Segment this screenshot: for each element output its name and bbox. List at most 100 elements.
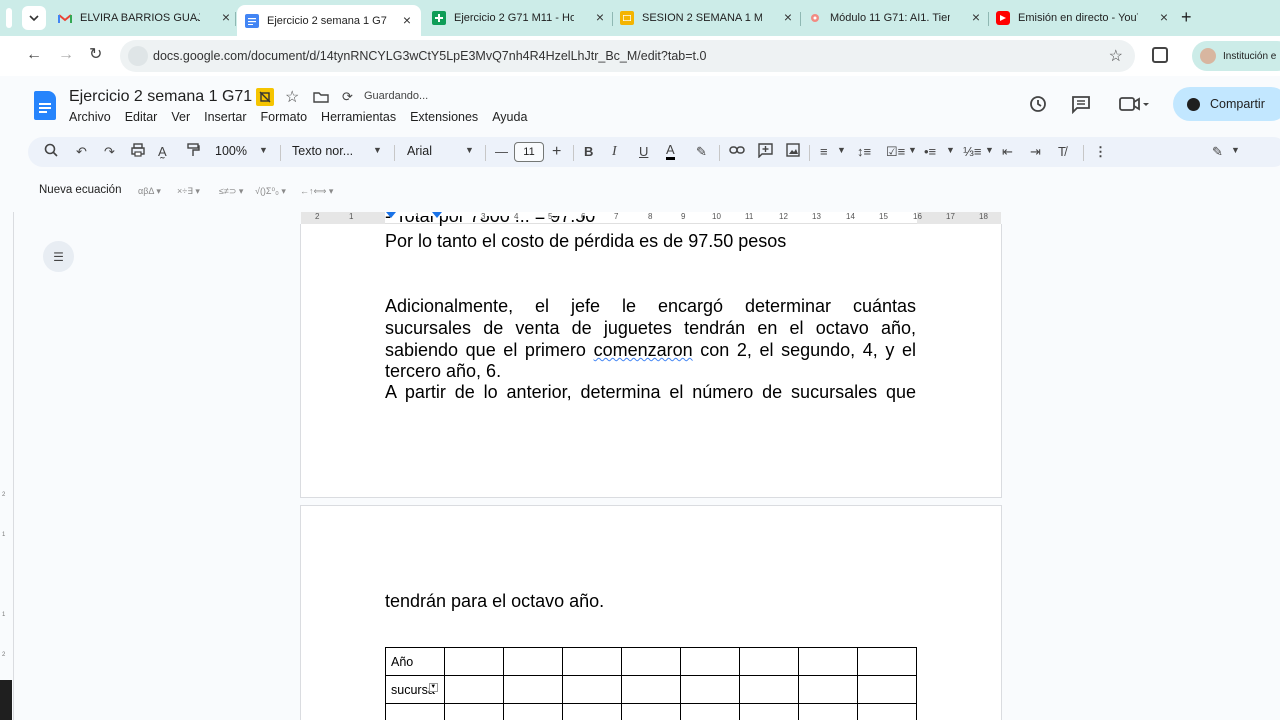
menu-ver[interactable]: Ver: [171, 110, 190, 124]
italic-icon[interactable]: I: [612, 143, 617, 161]
table-cell[interactable]: [857, 675, 917, 704]
add-comment-icon[interactable]: [758, 143, 773, 163]
menu-extensiones[interactable]: Extensiones: [410, 110, 478, 124]
table-cell[interactable]: [503, 647, 563, 676]
font-size-input[interactable]: 11: [514, 142, 544, 162]
table-cell[interactable]: [857, 703, 917, 720]
table-cell-header[interactable]: sucursa▼: [385, 675, 445, 704]
table-cell[interactable]: [798, 675, 858, 704]
paragraph-style-select[interactable]: Texto nor...: [292, 144, 353, 158]
table-cell[interactable]: [739, 647, 799, 676]
star-icon[interactable]: ☆: [285, 88, 299, 106]
new-equation-button[interactable]: Nueva ecuación: [39, 184, 121, 196]
table-cell[interactable]: [680, 647, 740, 676]
table-cell[interactable]: [798, 703, 858, 720]
decrease-indent-icon[interactable]: ⇤: [1002, 143, 1013, 161]
editing-mode-dropdown-arrow-icon[interactable]: ▼: [1231, 145, 1240, 155]
table-cell[interactable]: [562, 703, 622, 720]
table-cell-header[interactable]: Año: [385, 647, 445, 676]
align-left-icon[interactable]: ≡: [820, 143, 828, 161]
table-cell[interactable]: [739, 703, 799, 720]
highlight-pen-icon[interactable]: ✎: [696, 143, 707, 161]
relations-dropdown[interactable]: ≤≠⊃ ▾: [219, 186, 243, 197]
docs-logo-icon[interactable]: [34, 91, 56, 120]
browser-tab-youtube[interactable]: Emisión en directo - YouTu ×: [996, 6, 1174, 30]
table-cell[interactable]: [503, 675, 563, 704]
table-cell[interactable]: [680, 703, 740, 720]
spelling-suggestion[interactable]: comenzaron: [594, 340, 693, 360]
close-icon[interactable]: ×: [403, 13, 411, 27]
forward-arrow-icon[interactable]: →: [58, 46, 74, 64]
document-title[interactable]: Ejercicio 2 semana 1 G71: [69, 88, 252, 106]
share-button[interactable]: Compartir: [1173, 87, 1280, 121]
menu-ayuda[interactable]: Ayuda: [492, 110, 527, 124]
increase-font-size-icon[interactable]: +: [552, 143, 561, 161]
browser-tab-sheets[interactable]: Ejercicio 2 G71 M11 - Hoja ×: [432, 6, 610, 30]
table-cell[interactable]: [562, 675, 622, 704]
table-cell[interactable]: [444, 703, 504, 720]
search-menus-icon[interactable]: [44, 143, 58, 162]
paragraph-line[interactable]: Adicionalmente, el jefe le encargó deter…: [385, 296, 916, 318]
menu-editar[interactable]: Editar: [125, 110, 158, 124]
table-cell[interactable]: [621, 675, 681, 704]
back-arrow-icon[interactable]: ←: [26, 46, 42, 64]
more-options-icon[interactable]: ⋮: [1094, 143, 1107, 161]
paragraph-line[interactable]: sabiendo que el primero comenzaron con 2…: [385, 340, 916, 362]
close-icon[interactable]: ×: [222, 10, 230, 24]
browser-tab-docs-active[interactable]: Ejercicio 2 semana 1 G71 - ×: [237, 5, 421, 36]
style-dropdown-arrow-icon[interactable]: ▼: [373, 145, 382, 155]
menu-archivo[interactable]: Archivo: [69, 110, 111, 124]
extensions-puzzle-icon[interactable]: [1152, 47, 1168, 63]
address-bar[interactable]: docs.google.com/document/d/14tynRNCYLG3w…: [120, 40, 1135, 72]
site-info-icon[interactable]: [128, 46, 148, 66]
browser-tab-classroom[interactable]: Módulo 11 G71: AI1. Tiemp ×: [808, 6, 986, 30]
table-cell[interactable]: [444, 675, 504, 704]
table-cell[interactable]: [621, 647, 681, 676]
paragraph-line[interactable]: tercero año, 6.: [385, 361, 501, 383]
checklist-icon[interactable]: ☑≡: [886, 143, 905, 161]
clear-formatting-icon[interactable]: T̸: [1058, 143, 1066, 161]
font-dropdown-arrow-icon[interactable]: ▼: [465, 145, 474, 155]
tab-search-button[interactable]: [22, 6, 46, 30]
table-cell[interactable]: [739, 675, 799, 704]
numbered-list-icon[interactable]: ⅓≡: [963, 143, 981, 161]
underline-icon[interactable]: U: [639, 143, 648, 161]
insert-link-icon[interactable]: [729, 143, 745, 161]
table-cell[interactable]: [385, 703, 445, 720]
print-icon[interactable]: [131, 143, 145, 162]
align-dropdown-arrow-icon[interactable]: ▼: [837, 145, 846, 155]
cell-dropdown-icon[interactable]: ▼: [428, 682, 438, 692]
version-history-icon[interactable]: [1028, 94, 1048, 119]
zoom-select[interactable]: 100%: [215, 144, 247, 158]
decrease-font-size-icon[interactable]: —: [495, 143, 508, 161]
paint-format-icon[interactable]: [186, 143, 200, 162]
data-table[interactable]: Año sucursa▼: [385, 647, 917, 720]
table-cell[interactable]: [621, 703, 681, 720]
meet-video-icon[interactable]: [1119, 94, 1149, 119]
spellcheck-icon[interactable]: A̰: [158, 143, 167, 161]
font-family-select[interactable]: Arial: [407, 144, 432, 158]
operators-dropdown[interactable]: ×÷∃ ▾: [177, 186, 200, 197]
comments-icon[interactable]: [1071, 94, 1091, 119]
table-cell[interactable]: [857, 647, 917, 676]
text-line[interactable]: Por lo tanto el costo de pérdida es de 9…: [385, 231, 786, 253]
url-text[interactable]: docs.google.com/document/d/14tynRNCYLG3w…: [153, 49, 706, 63]
greek-letters-dropdown[interactable]: αβΔ ▾: [138, 186, 161, 197]
bookmark-star-icon[interactable]: ☆: [1109, 46, 1123, 66]
menu-insertar[interactable]: Insertar: [204, 110, 246, 124]
insert-image-icon[interactable]: [786, 143, 800, 162]
table-cell[interactable]: [798, 647, 858, 676]
redo-icon[interactable]: ↷: [104, 143, 115, 161]
close-icon[interactable]: ×: [596, 10, 604, 24]
math-operations-dropdown[interactable]: √()Σ⁰₀ ▾: [255, 186, 286, 197]
close-icon[interactable]: ×: [1160, 10, 1168, 24]
table-cell[interactable]: [680, 675, 740, 704]
document-outline-icon[interactable]: ☰: [43, 241, 74, 272]
numbered-dropdown-arrow-icon[interactable]: ▼: [985, 145, 994, 155]
zoom-dropdown-arrow-icon[interactable]: ▼: [259, 145, 268, 155]
table-cell[interactable]: [562, 647, 622, 676]
new-tab-plus-icon[interactable]: +: [1181, 8, 1192, 26]
paragraph-line[interactable]: tendrán para el octavo año.: [385, 591, 604, 613]
menu-formato[interactable]: Formato: [261, 110, 308, 124]
menu-herramientas[interactable]: Herramientas: [321, 110, 396, 124]
